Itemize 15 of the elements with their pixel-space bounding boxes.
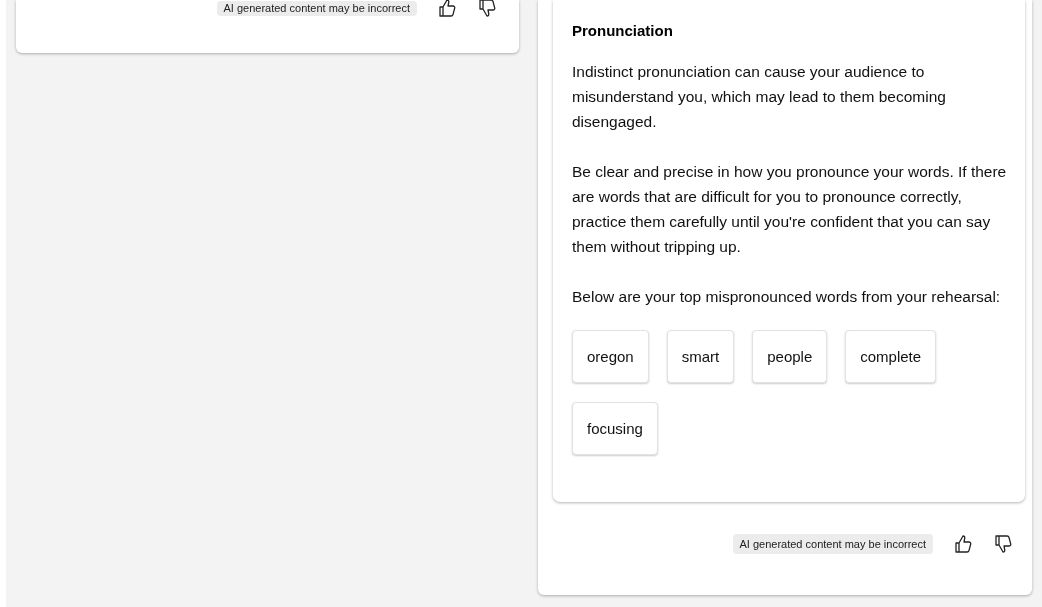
body-paragraph: Below are your top mispronounced words from your rehearsal: (572, 287, 1002, 307)
word-chip[interactable]: smart (666, 330, 735, 383)
disclaimer-label: AI generated content may be incorrect (216, 0, 417, 16)
word-chip[interactable]: people (752, 330, 828, 383)
thumbs-up-icon[interactable] (953, 534, 973, 554)
section-heading: Pronunciation (572, 22, 674, 39)
thumbs-up-icon[interactable] (437, 0, 457, 18)
body-paragraph: Indistinct pronunciation can cause your audience to misunderstand you, which may lead to them becoming disengaged. (572, 62, 947, 132)
word-chip[interactable]: complete (845, 330, 937, 383)
thumbs-down-icon[interactable] (477, 0, 497, 18)
body-paragraph: Be clear and precise in how you pronounce your words. If there are words that are difficult for you to pronounce correctly, practice them carefully until you're confident that you can say them without tripping up. (572, 162, 1007, 257)
word-chip[interactable]: focusing (572, 402, 658, 455)
word-chip[interactable]: oregon (572, 330, 649, 383)
disclaimer-label: AI generated content may be incorrect (732, 534, 933, 554)
thumbs-down-icon[interactable] (993, 534, 1013, 554)
